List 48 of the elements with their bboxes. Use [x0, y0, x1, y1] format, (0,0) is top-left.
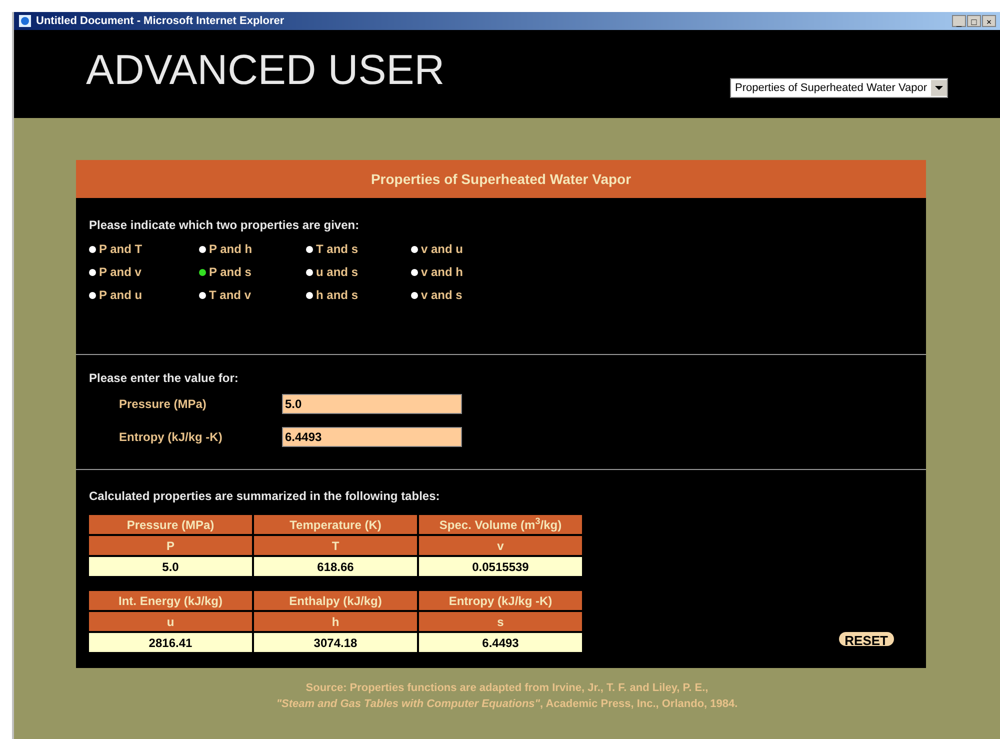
page-title: ADVANCED USER — [86, 49, 445, 95]
property-radio[interactable]: P and h — [199, 240, 252, 258]
value-cell: 6.4493 — [419, 633, 582, 652]
property-radio[interactable]: P and T — [89, 240, 142, 258]
property-radio[interactable]: P and v — [89, 263, 142, 281]
property-radio[interactable]: v and h — [411, 263, 464, 281]
property-radio[interactable]: P and u — [89, 286, 142, 304]
value-cell: 2816.41 — [89, 633, 252, 652]
window-control-button[interactable]: □ — [967, 15, 981, 27]
symbol-cell: P — [89, 536, 252, 555]
column-header: Enthalpy (kJ/kg) — [254, 591, 417, 610]
column-header: Pressure (MPa) — [89, 515, 252, 534]
column-header: Spec. Volume (m$^{3}$/kg) — [419, 515, 582, 534]
symbol-cell: u — [89, 612, 252, 631]
value-cell: 3074.18 — [254, 633, 417, 652]
property-radio[interactable]: v and s — [411, 286, 462, 304]
value-cell: 0.0515539 — [419, 557, 582, 576]
property-radio[interactable]: v and u — [411, 240, 464, 258]
reset-button[interactable]: RESET — [836, 630, 896, 648]
field-label: Pressure (MPa) — [119, 396, 208, 413]
symbol-cell: T — [254, 536, 417, 555]
source-citation: "Steam and Gas Tables with Computer Equations", Academic Press, Inc., Orlando, 1984. — [276, 697, 738, 712]
column-header: Entropy (kJ/kg -K) — [419, 591, 582, 610]
results-prompt: Calculated properties are summarized in the following tables: — [89, 488, 441, 505]
value-cell: 618.66 — [254, 557, 417, 576]
browser-icon — [18, 14, 32, 28]
page-select[interactable]: Properties of Superheated Water Vapor — [730, 78, 948, 98]
panel-title: Properties of Superheated Water Vapor — [76, 160, 926, 198]
field-label: Entropy (kJ/kg -K) — [119, 429, 224, 446]
property-radio[interactable]: P and s — [199, 263, 252, 281]
symbol-cell: h — [254, 612, 417, 631]
given-prompt: Please indicate which two properties are given: — [89, 217, 360, 234]
property-radio[interactable]: T and s — [306, 240, 358, 258]
property-radio[interactable]: T and v — [199, 286, 252, 304]
column-header: Int. Energy (kJ/kg) — [89, 591, 252, 610]
inputs-prompt: Please enter the value for: — [89, 370, 240, 387]
window-title: Untitled Document - Microsoft Internet Explorer — [36, 14, 286, 29]
value-cell: 5.0 — [89, 557, 252, 576]
window-control-button[interactable]: _ — [952, 15, 966, 27]
window-control-button[interactable]: × — [982, 15, 996, 27]
property-radio[interactable]: u and s — [306, 263, 358, 281]
property-radio[interactable]: h and s — [306, 286, 358, 304]
input-field[interactable]: 5.0 — [282, 394, 462, 414]
source-citation: Source: Properties functions are adapted from Irvine, Jr., T. F. and Liley, P. E., — [306, 681, 708, 696]
symbol-cell: v — [419, 536, 582, 555]
symbol-cell: s — [419, 612, 582, 631]
input-field[interactable]: 6.4493 — [282, 427, 462, 447]
column-header: Temperature (K) — [254, 515, 417, 534]
